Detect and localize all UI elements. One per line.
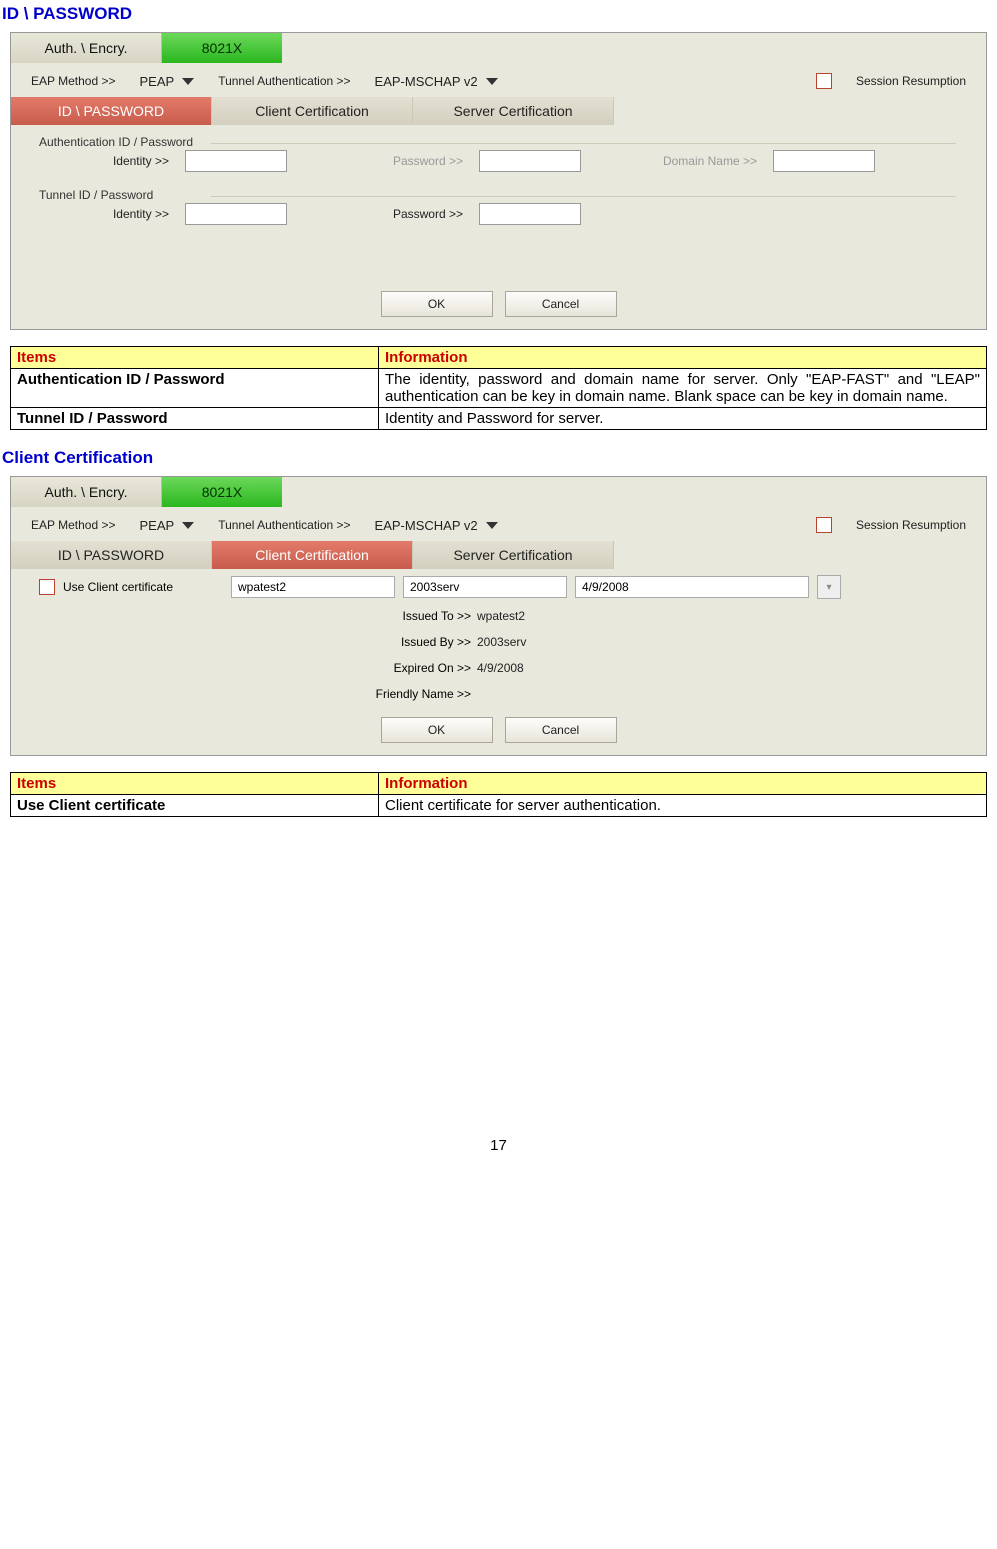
session-resumption-checkbox[interactable] xyxy=(816,73,832,89)
eap-method-dropdown[interactable]: PEAP xyxy=(140,518,195,533)
cert-dropdown-button[interactable]: ▾ xyxy=(817,575,841,599)
chevron-down-icon xyxy=(486,78,498,85)
tunnel-identity-label: Identity >> xyxy=(39,207,169,221)
tunnel-password-label: Password >> xyxy=(303,207,463,221)
subtab-server-certification[interactable]: Server Certification xyxy=(413,541,614,569)
chevron-down-icon xyxy=(486,522,498,529)
table-idpassword: Items Information Authentication ID / Pa… xyxy=(10,346,987,430)
subtab-client-certification[interactable]: Client Certification xyxy=(212,541,413,569)
table-cell: Use Client certificate xyxy=(11,795,379,817)
tunnel-identity-input[interactable] xyxy=(185,203,287,225)
table-row: Authentication ID / Password The identit… xyxy=(11,369,987,408)
eap-method-label: EAP Method >> xyxy=(31,74,116,88)
page-number: 17 xyxy=(0,1137,997,1154)
issued-to-value: wpatest2 xyxy=(477,609,525,623)
identity-input[interactable] xyxy=(185,150,287,172)
tunnel-auth-dropdown[interactable]: EAP-MSCHAP v2 xyxy=(375,518,498,533)
password-label: Password >> xyxy=(303,154,463,168)
chevron-down-icon xyxy=(182,522,194,529)
ok-button[interactable]: OK xyxy=(381,717,493,743)
tunnel-auth-label: Tunnel Authentication >> xyxy=(218,518,350,532)
table-header-items: Items xyxy=(11,347,379,369)
cert-expired-cell: 4/9/2008 xyxy=(575,576,809,598)
subtab-server-certification[interactable]: Server Certification xyxy=(413,97,614,125)
ok-button[interactable]: OK xyxy=(381,291,493,317)
chevron-down-icon xyxy=(182,78,194,85)
use-client-cert-label: Use Client certificate xyxy=(63,580,223,594)
cancel-button[interactable]: Cancel xyxy=(505,291,617,317)
cancel-button[interactable]: Cancel xyxy=(505,717,617,743)
password-input[interactable] xyxy=(479,150,581,172)
table-cell: Client certificate for server authentica… xyxy=(379,795,987,817)
section-title-client-cert: Client Certification xyxy=(0,448,997,468)
friendly-name-label: Friendly Name >> xyxy=(11,687,477,701)
table-header-information: Information xyxy=(379,773,987,795)
subtab-client-certification[interactable]: Client Certification xyxy=(212,97,413,125)
table-cell: Authentication ID / Password xyxy=(11,369,379,408)
domain-name-label: Domain Name >> xyxy=(597,154,757,168)
table-cell: Identity and Password for server. xyxy=(379,408,987,430)
issued-to-label: Issued To >> xyxy=(11,609,477,623)
eap-method-value: PEAP xyxy=(140,518,175,533)
subtab-id-password[interactable]: ID \ PASSWORD xyxy=(11,541,212,569)
table-header-information: Information xyxy=(379,347,987,369)
eap-method-label: EAP Method >> xyxy=(31,518,116,532)
table-header-items: Items xyxy=(11,773,379,795)
session-resumption-label: Session Resumption xyxy=(856,518,966,532)
tab-auth-encry[interactable]: Auth. \ Encry. xyxy=(11,477,162,507)
expired-on-label: Expired On >> xyxy=(11,661,477,675)
tunnel-password-input[interactable] xyxy=(479,203,581,225)
domain-name-input[interactable] xyxy=(773,150,875,172)
table-cell: The identity, password and domain name f… xyxy=(379,369,987,408)
use-client-cert-checkbox[interactable] xyxy=(39,579,55,595)
tunnel-auth-label: Tunnel Authentication >> xyxy=(218,74,350,88)
expired-on-value: 4/9/2008 xyxy=(477,661,524,675)
tab-auth-encry[interactable]: Auth. \ Encry. xyxy=(11,33,162,63)
table-row: Tunnel ID / Password Identity and Passwo… xyxy=(11,408,987,430)
section-title-idpassword: ID \ PASSWORD xyxy=(0,4,997,24)
cert-issued-by-cell: 2003serv xyxy=(403,576,567,598)
table-cell: Tunnel ID / Password xyxy=(11,408,379,430)
tunnel-auth-value: EAP-MSCHAP v2 xyxy=(375,518,478,533)
session-resumption-checkbox[interactable] xyxy=(816,517,832,533)
cert-issued-to-cell: wpatest2 xyxy=(231,576,395,598)
table-client-cert: Items Information Use Client certificate… xyxy=(10,772,987,817)
subtab-id-password[interactable]: ID \ PASSWORD xyxy=(11,97,212,125)
issued-by-label: Issued By >> xyxy=(11,635,477,649)
identity-label: Identity >> xyxy=(39,154,169,168)
tab-8021x[interactable]: 8021X xyxy=(162,477,282,507)
issued-by-value: 2003serv xyxy=(477,635,526,649)
tunnel-auth-value: EAP-MSCHAP v2 xyxy=(375,74,478,89)
session-resumption-label: Session Resumption xyxy=(856,74,966,88)
tab-8021x[interactable]: 8021X xyxy=(162,33,282,63)
panel-client-certification: Auth. \ Encry. 8021X EAP Method >> PEAP … xyxy=(10,476,987,756)
eap-method-dropdown[interactable]: PEAP xyxy=(140,74,195,89)
eap-method-value: PEAP xyxy=(140,74,175,89)
panel-idpassword: Auth. \ Encry. 8021X EAP Method >> PEAP … xyxy=(10,32,987,330)
table-row: Use Client certificate Client certificat… xyxy=(11,795,987,817)
tunnel-auth-dropdown[interactable]: EAP-MSCHAP v2 xyxy=(375,74,498,89)
